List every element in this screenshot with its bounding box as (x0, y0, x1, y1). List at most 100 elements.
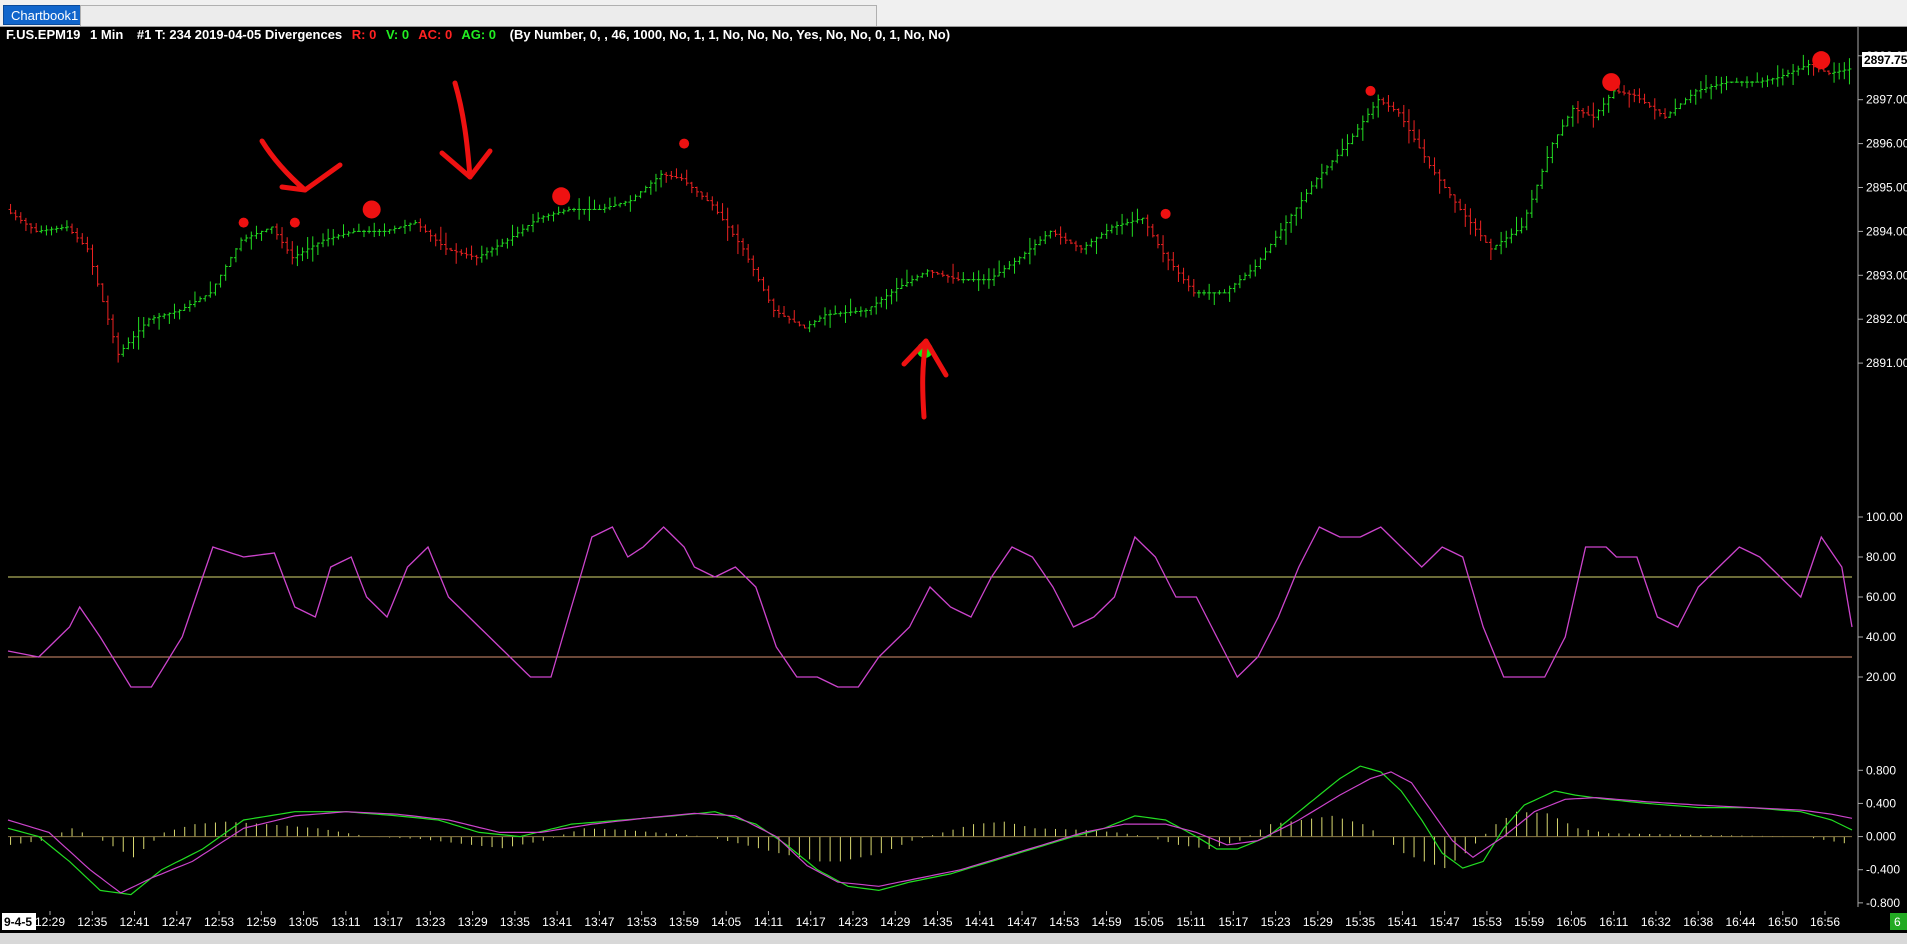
price-bar (602, 203, 607, 213)
price-bar (1012, 257, 1017, 274)
price-tick-label: 2895.00 (1866, 180, 1907, 194)
price-bar (971, 272, 976, 282)
price-bar (1770, 77, 1775, 85)
time-tick-label: 15:53 (1472, 915, 1502, 929)
price-bar (1186, 275, 1191, 292)
price-bar (1350, 133, 1355, 145)
price-bar (1688, 89, 1693, 104)
time-tick-label: 13:47 (584, 915, 614, 929)
price-bar (807, 320, 812, 333)
price-bar (684, 169, 689, 186)
price-bar (1073, 240, 1078, 252)
price-bar (105, 295, 110, 325)
price-tick-label: 2891.00 (1866, 356, 1907, 370)
price-bar (274, 223, 279, 240)
price-bar (659, 170, 664, 188)
tab-chartbook1[interactable]: Chartbook1 (3, 5, 87, 25)
price-bar (474, 254, 479, 266)
price-bar (80, 233, 85, 245)
price-bar (8, 203, 13, 215)
price-bar (1371, 101, 1376, 120)
price-bar (218, 274, 223, 288)
price-bar (1468, 208, 1473, 235)
price-bar (592, 199, 597, 210)
price-bar (771, 298, 776, 318)
bearish-divergence-marker (362, 200, 381, 219)
price-bar (1540, 168, 1545, 189)
price-bar (428, 229, 433, 242)
price-bar (1176, 264, 1181, 283)
chart-area[interactable]: F.US.EPM19 1 Min #1 T: 234 2019-04-05 Di… (0, 27, 1907, 933)
annotation-arrows (259, 80, 949, 420)
price-bar (408, 222, 413, 232)
price-bar (495, 239, 500, 256)
osc-tick-label: 80.00 (1866, 550, 1896, 564)
price-bar (1791, 63, 1796, 86)
price-bar (1007, 261, 1012, 270)
time-tick-label: 16:05 (1556, 915, 1586, 929)
price-bar (986, 268, 991, 289)
price-bar (1299, 192, 1304, 219)
price-bar (863, 308, 868, 318)
price-bar (1125, 218, 1130, 226)
time-tick-label: 12:53 (204, 915, 234, 929)
price-bar (280, 227, 285, 249)
time-tick-label: 15:17 (1218, 915, 1248, 929)
price-bar (674, 168, 679, 179)
price-bar (172, 303, 177, 319)
price-bar (157, 312, 162, 330)
time-tick-label: 15:59 (1514, 915, 1544, 929)
bearish-divergence-marker (238, 217, 249, 228)
time-tick-label: 15:05 (1134, 915, 1164, 929)
price-bar (111, 314, 116, 344)
price-bar (341, 224, 346, 239)
price-bar (1094, 236, 1099, 255)
price-bar (100, 283, 105, 303)
price-bar (889, 289, 894, 305)
price-bar (1683, 97, 1688, 105)
price-bar (1109, 224, 1114, 234)
price-bar (643, 185, 648, 193)
time-tick-label: 15:29 (1303, 915, 1333, 929)
price-bar (1678, 103, 1683, 110)
price-bar (1053, 229, 1058, 237)
time-tick-label: 16:11 (1599, 915, 1628, 929)
price-bar (915, 274, 920, 282)
price-bar (653, 173, 658, 192)
price-bar (1304, 189, 1309, 203)
price-bar (910, 275, 915, 287)
price-bar (1171, 251, 1176, 271)
price-bar (1345, 134, 1350, 157)
chart-canvas[interactable]: F.US.EPM19 1 Min #1 T: 234 2019-04-05 Di… (0, 27, 1907, 933)
signal-line (7, 771, 1853, 894)
price-bar (1079, 245, 1084, 254)
price-bar (392, 225, 397, 234)
price-bar (305, 237, 310, 259)
price-bar (1130, 211, 1135, 237)
bearish-divergence-marker (1365, 85, 1376, 96)
price-bar (1135, 208, 1140, 224)
price-bar (18, 212, 23, 224)
price-bar (505, 237, 510, 249)
price-bar (469, 245, 474, 260)
time-tick-label: 12:41 (120, 915, 150, 929)
price-bar (894, 277, 899, 302)
time-tick-label: 16:50 (1768, 915, 1798, 929)
price-bar (1519, 217, 1524, 234)
osc-tick-label: 100.00 (1866, 510, 1903, 524)
price-bar (1340, 138, 1345, 157)
price-bar (1033, 239, 1038, 256)
price-bar (920, 272, 925, 278)
price-bar (951, 263, 956, 284)
price-bar (751, 255, 756, 277)
ag-label: AG: 0 (461, 27, 496, 42)
time-tick-label: 15:47 (1430, 915, 1460, 929)
price-bar (1099, 232, 1104, 239)
price-bar (1504, 230, 1509, 248)
price-bar (546, 213, 551, 221)
price-bar (1586, 105, 1591, 116)
price-bar (612, 196, 617, 208)
price-bar (1847, 58, 1852, 85)
ac-label: AC: 0 (418, 27, 452, 42)
price-bar (1606, 94, 1611, 113)
